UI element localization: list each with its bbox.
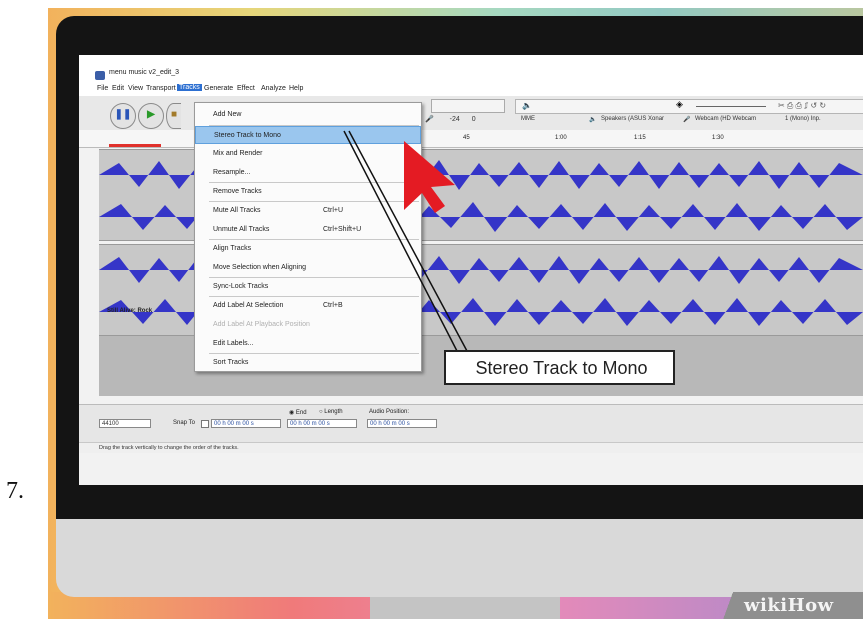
monitor-stand: [370, 597, 560, 619]
callout-box: Stereo Track to Mono: [444, 350, 675, 385]
monitor-chin: [56, 519, 863, 597]
callout-text: Stereo Track to Mono: [475, 358, 648, 378]
red-pointer-arrow-icon: [404, 141, 455, 213]
callout-guide-lines: [343, 130, 468, 352]
guide-line-left: [343, 130, 458, 352]
wikihow-logo-text: wikiHow: [744, 595, 834, 616]
monitor-screen: menu music v2_edit_3 File Edit View Tran…: [79, 55, 863, 485]
wikihow-logo: wikiHow: [714, 592, 863, 619]
step-number: 7.: [6, 478, 24, 504]
